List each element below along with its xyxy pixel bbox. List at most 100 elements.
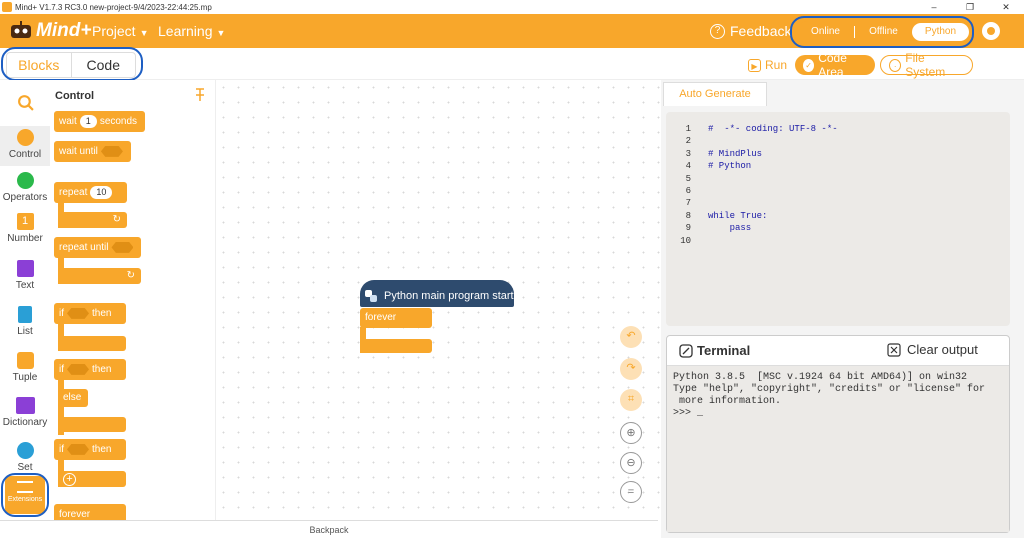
- run-button[interactable]: ▶ Run: [740, 55, 795, 75]
- block-label: seconds: [99, 116, 138, 127]
- block-if-then-expandable[interactable]: if then: [54, 439, 126, 460]
- terminal-output[interactable]: Python 3.8.5 [MSC v.1924 64 bit AMD64)] …: [667, 366, 1009, 532]
- category-operators[interactable]: Operators: [0, 172, 50, 203]
- block-label: wait until: [59, 146, 98, 157]
- search-icon: [17, 95, 34, 111]
- operators-dot-icon: [16, 172, 34, 189]
- clear-output-button[interactable]: Clear output: [887, 342, 978, 357]
- undo-icon[interactable]: ↶: [620, 326, 642, 348]
- feedback-label: Feedback: [730, 23, 792, 39]
- check-icon: ✓: [803, 58, 815, 72]
- learning-menu-label: Learning: [158, 23, 213, 39]
- learning-menu[interactable]: Learning ▼: [158, 23, 225, 39]
- category-number[interactable]: 1 Number: [0, 213, 50, 244]
- terminal-header: Terminal Clear output: [667, 336, 1009, 366]
- category-control[interactable]: Control: [0, 126, 50, 166]
- crop-icon[interactable]: ⌗: [620, 389, 642, 411]
- block-wait-until[interactable]: wait until: [54, 141, 131, 162]
- restore-button[interactable]: ❐: [952, 0, 988, 14]
- condition-slot: [100, 145, 123, 157]
- gear-icon[interactable]: [982, 22, 1000, 40]
- block-palette: Control wait 1 seconds wait until repeat 10…: [50, 80, 216, 520]
- close-button[interactable]: ✕: [988, 0, 1024, 14]
- block-forever[interactable]: forever: [54, 504, 126, 520]
- block-workspace[interactable]: Python main program start forever ↶ ↷ ⌗ …: [216, 80, 661, 520]
- play-icon: ▶: [748, 58, 761, 72]
- line-number: 10: [680, 235, 691, 246]
- terminal-title: Terminal: [697, 343, 751, 358]
- category-label: Number: [7, 233, 43, 244]
- code-line: pass: [708, 223, 752, 234]
- block-label: then: [92, 444, 112, 455]
- project-menu[interactable]: Project ▼: [92, 23, 149, 39]
- line-number: 8: [685, 210, 691, 221]
- file-system-button[interactable]: · File System: [880, 51, 973, 79]
- text-icon: [16, 260, 34, 277]
- block-label: forever: [59, 509, 91, 520]
- clear-output-label: Clear output: [907, 342, 978, 357]
- window-controls: – ❐ ✕: [916, 0, 1024, 14]
- search-button[interactable]: [0, 94, 50, 114]
- line-number: 6: [685, 186, 691, 196]
- block-repeat-until-foot: ↻: [58, 268, 141, 284]
- block-if-then-else[interactable]: if then: [54, 359, 126, 380]
- block-label: if: [59, 364, 64, 375]
- category-tuple[interactable]: Tuple: [0, 352, 50, 383]
- dictionary-icon: [15, 397, 35, 414]
- loop-arrow-icon: ↻: [126, 270, 135, 281]
- line-number: 2: [685, 136, 691, 147]
- block-if-foot: [58, 336, 126, 351]
- chevron-down-icon: ▼: [216, 28, 226, 38]
- zoom-out-icon[interactable]: ⊖: [620, 452, 642, 474]
- block-label: then: [92, 308, 112, 319]
- block-forever-placed[interactable]: forever: [360, 308, 432, 328]
- reset-zoom-icon[interactable]: =: [620, 481, 642, 503]
- broom-icon: [887, 342, 901, 357]
- terminal-panel: Terminal Clear output Python 3.8.5 [MSC …: [666, 335, 1010, 533]
- category-label: Operators: [2, 192, 48, 203]
- category-set[interactable]: Set: [0, 442, 50, 473]
- minimize-button[interactable]: –: [916, 0, 952, 14]
- tab-auto-generate[interactable]: Auto Generate: [663, 82, 767, 106]
- block-input[interactable]: 1: [79, 115, 97, 128]
- backpack-bar[interactable]: Backpack: [0, 520, 658, 538]
- category-text[interactable]: Text: [0, 260, 50, 291]
- category-list[interactable]: List: [0, 306, 50, 337]
- block-if-else-foot: [58, 417, 126, 432]
- palette-heading: Control: [55, 90, 95, 102]
- list-icon: [18, 306, 32, 323]
- condition-slot: [67, 443, 89, 455]
- code-area-button[interactable]: ✓ Code Area: [795, 51, 875, 79]
- category-label: Tuple: [12, 372, 38, 383]
- category-dictionary[interactable]: Dictionary: [0, 397, 50, 428]
- code-line: while True:: [708, 210, 768, 221]
- window-titlebar: Mind+ V1.7.3 RC3.0 new-project-9/4/2023-…: [0, 0, 1024, 14]
- category-label: Dictionary: [2, 417, 48, 428]
- redo-icon[interactable]: ↷: [620, 358, 642, 380]
- block-wait-seconds[interactable]: wait 1 seconds: [54, 111, 145, 132]
- file-system-label: File System: [905, 51, 946, 79]
- category-label: Set: [17, 462, 33, 473]
- terminal-icon: [679, 344, 693, 358]
- block-if-then[interactable]: if then: [54, 303, 126, 324]
- category-sidebar: Control Operators 1 Number Text List Tup…: [0, 80, 50, 538]
- block-repeat-until[interactable]: repeat until: [54, 237, 141, 258]
- feedback-button[interactable]: ? Feedback: [710, 23, 791, 39]
- python-logo-icon: [365, 290, 377, 302]
- zoom-in-icon[interactable]: ⊕: [620, 422, 642, 444]
- block-input[interactable]: 10: [90, 186, 113, 199]
- extensions-highlight-ring: [1, 473, 49, 517]
- project-menu-label: Project: [92, 23, 136, 39]
- plus-icon[interactable]: +: [63, 473, 76, 486]
- block-forever-foot: [360, 339, 432, 353]
- block-repeat[interactable]: repeat 10: [54, 182, 127, 203]
- block-label: wait: [59, 116, 77, 127]
- number-icon: 1: [16, 213, 34, 230]
- pin-icon[interactable]: [194, 88, 206, 102]
- block-label: repeat until: [59, 242, 109, 253]
- run-label: Run: [765, 58, 788, 72]
- block-python-main-start[interactable]: Python main program start: [360, 280, 514, 307]
- block-repeat-foot: ↻: [58, 212, 127, 228]
- code-editor[interactable]: 1 # -*- coding: UTF-8 -*- 2 3 # MindPlus 4 # P…: [666, 112, 1010, 326]
- block-label: if: [59, 444, 64, 455]
